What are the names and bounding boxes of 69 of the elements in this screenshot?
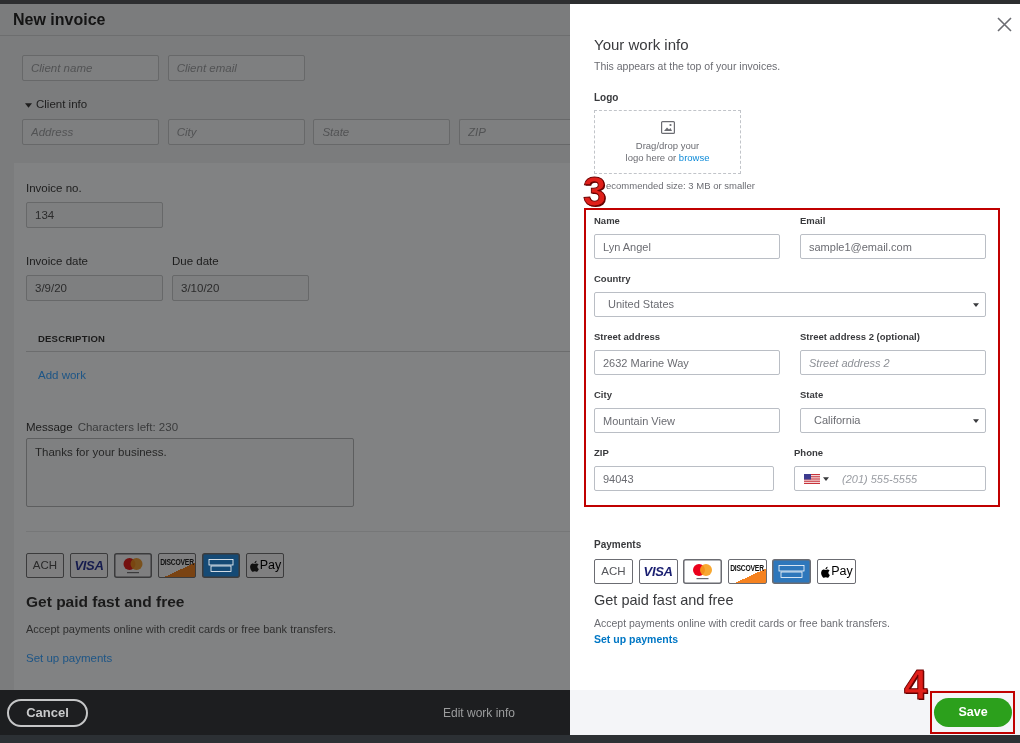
field-label: Street address bbox=[594, 331, 660, 343]
input-field[interactable]: 134 bbox=[26, 202, 163, 228]
column-header: DESCRIPTION bbox=[38, 333, 106, 345]
section-label: Payments bbox=[594, 538, 642, 552]
client-info-toggle[interactable]: Client info bbox=[25, 98, 88, 112]
phone-field[interactable]: (201) 555-5555 bbox=[794, 466, 986, 491]
payment-logo: DISCOVER bbox=[727, 559, 767, 584]
payment-logo: DISCOVER bbox=[158, 553, 196, 578]
promo-heading: Get paid fast and free bbox=[26, 592, 186, 612]
card-logo-icon bbox=[202, 553, 240, 578]
logo-text: Pay bbox=[831, 565, 853, 578]
payment-logo: VISA bbox=[638, 559, 678, 584]
apple-icon bbox=[248, 559, 259, 572]
input-field[interactable]: 94043 bbox=[594, 466, 774, 491]
panel-title: Your work info bbox=[594, 35, 689, 55]
caret-icon[interactable] bbox=[973, 418, 979, 423]
field-label: Invoice date bbox=[26, 254, 89, 268]
payment-logo: VISA bbox=[70, 553, 108, 578]
field-label: Name bbox=[594, 215, 620, 227]
save-button[interactable]: Save bbox=[934, 698, 1012, 727]
page-title: New invoice bbox=[13, 9, 106, 30]
field-label: Logo bbox=[594, 91, 619, 105]
field-label: Due date bbox=[172, 254, 220, 268]
promo-text: Accept payments online with credit cards or free bank transfers. bbox=[26, 622, 337, 636]
panel-subtitle: This appears at the top of your invoices. bbox=[594, 59, 782, 73]
field-label: Phone bbox=[794, 447, 824, 459]
phone-number-input[interactable]: (201) 555-5555 bbox=[842, 468, 985, 489]
field-label: Message bbox=[26, 420, 73, 434]
promo-heading: Get paid fast and free bbox=[594, 591, 735, 609]
input-field[interactable]: 3/10/20 bbox=[172, 275, 309, 301]
payment-logo: ACH bbox=[26, 553, 64, 578]
character-counter: Characters left: 230 bbox=[77, 420, 179, 434]
field-label: City bbox=[594, 389, 612, 401]
step-label: Edit work info bbox=[443, 704, 516, 722]
message-field[interactable]: Thanks for your business. bbox=[26, 438, 354, 507]
drop-hint: Drag/drop your logo here or browse bbox=[625, 140, 710, 164]
card-logo-icon bbox=[114, 553, 152, 578]
close-icon[interactable] bbox=[997, 17, 1012, 32]
field-label: State bbox=[800, 389, 824, 401]
dropdown-field[interactable]: California bbox=[800, 408, 986, 433]
size-note: ecommended size: 3 MB or smaller bbox=[606, 180, 756, 191]
field-label: Street address 2 (optional) bbox=[800, 331, 920, 343]
field-label: Invoice no. bbox=[26, 181, 83, 195]
image-icon bbox=[660, 121, 675, 134]
apple-icon bbox=[820, 565, 831, 578]
caret-icon[interactable] bbox=[823, 476, 829, 481]
dropdown-field[interactable]: United States bbox=[594, 292, 986, 317]
input-field[interactable]: Mountain View bbox=[594, 408, 780, 433]
annotation-number: 4 bbox=[904, 669, 928, 701]
promo-text: Accept payments online with credit cards or free bank transfers. bbox=[594, 616, 891, 630]
field-label: Country bbox=[594, 273, 631, 285]
annotation-number: 3 bbox=[583, 176, 607, 208]
input-field[interactable]: sample1@email.com bbox=[800, 234, 986, 259]
cancel-button[interactable]: Cancel bbox=[7, 698, 88, 727]
input-field[interactable]: 2632 Marine Way bbox=[594, 350, 780, 375]
card-logo-icon bbox=[683, 559, 723, 584]
field-label: ZIP bbox=[594, 447, 609, 459]
setup-payments-link[interactable]: Set up payments bbox=[594, 632, 679, 646]
card-logo-icon bbox=[772, 559, 812, 584]
logo-text: Pay bbox=[259, 559, 282, 572]
payment-logo: ACH bbox=[594, 559, 633, 584]
input-field[interactable]: 3/9/20 bbox=[26, 275, 163, 301]
field-label: Email bbox=[800, 215, 826, 227]
browse-link[interactable]: browse bbox=[678, 152, 710, 163]
caret-icon[interactable] bbox=[973, 302, 979, 307]
flag-icon bbox=[804, 473, 820, 484]
input-field[interactable]: Street address 2 bbox=[800, 350, 986, 375]
logo-dropzone[interactable]: Drag/drop your logo here or browse bbox=[594, 110, 741, 174]
input-field[interactable]: Lyn Angel bbox=[594, 234, 780, 259]
